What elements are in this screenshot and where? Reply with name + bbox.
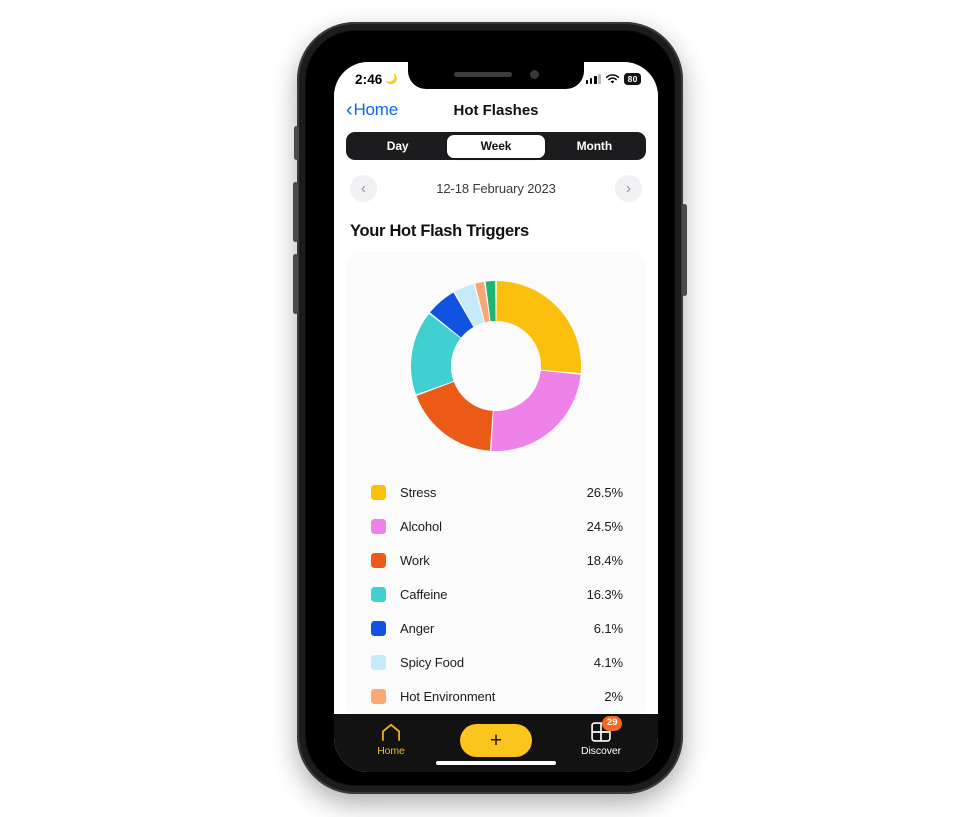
wifi-icon (605, 73, 619, 84)
triggers-card: Stress 26.5% Alcohol 24.5% Work 18.4% Caffeine… (347, 253, 645, 714)
legend-value: 6.1% (593, 620, 623, 636)
tab-home[interactable]: Home (360, 722, 422, 757)
section-title: Your Hot Flash Triggers (350, 222, 529, 240)
tab-day[interactable]: Day (349, 135, 447, 158)
silent-switch-button[interactable] (294, 126, 299, 160)
house-icon (382, 723, 400, 741)
legend-value: 24.5% (586, 518, 623, 534)
battery-indicator: 80 (623, 72, 641, 86)
legend-value: 18.4% (586, 552, 623, 568)
earpiece-speaker-icon (453, 71, 512, 77)
volume-down-button[interactable] (293, 254, 298, 314)
legend-color-swatch (371, 518, 386, 534)
status-bar-indicators: 80 (585, 72, 641, 86)
chevron-right-icon: › (625, 180, 631, 197)
segmented-control-wrapper: Day Week Month (334, 128, 658, 160)
phone-device-frame: 2:46 🌙 80 ‹ Home Hot Flashes Day Week Mo… (293, 22, 687, 794)
tab-home-label: Home (377, 745, 405, 757)
legend-row[interactable]: Alcohol 24.5% (371, 509, 623, 543)
screenshot-stage: 2:46 🌙 80 ‹ Home Hot Flashes Day Week Mo… (0, 0, 980, 817)
power-button[interactable] (682, 204, 687, 296)
tab-discover[interactable]: 29 Discover (570, 716, 632, 757)
tab-month[interactable]: Month (545, 135, 643, 158)
legend-label: Work (400, 552, 430, 568)
donut-slice-stress[interactable] (496, 281, 581, 374)
legend-row[interactable]: Work 18.4% (371, 543, 623, 577)
back-button[interactable]: ‹ Home (346, 100, 398, 120)
chevron-left-icon: ‹ (346, 99, 353, 121)
legend-color-swatch (371, 688, 386, 704)
volume-up-button[interactable] (293, 182, 298, 242)
chart-legend: Stress 26.5% Alcohol 24.5% Work 18.4% Caffeine… (347, 467, 645, 713)
legend-label: Spicy Food (400, 654, 465, 670)
donut-slice-work[interactable] (416, 381, 493, 451)
discover-badge: 29 (602, 716, 622, 731)
phone-bezel: 2:46 🌙 80 ‹ Home Hot Flashes Day Week Mo… (306, 31, 674, 785)
app-container: ‹ Home Hot Flashes Day Week Month ‹ 12-1… (334, 62, 658, 772)
home-indicator[interactable] (436, 760, 556, 765)
add-entry-button[interactable]: + (460, 724, 532, 757)
legend-row[interactable]: Caffeine 16.3% (371, 577, 623, 611)
legend-color-swatch (371, 620, 386, 636)
legend-label: Caffeine (400, 586, 448, 602)
triggers-donut-chart[interactable] (401, 271, 591, 461)
legend-color-swatch (371, 552, 386, 568)
next-period-button[interactable]: › (614, 175, 642, 202)
legend-label: Hot Environment (400, 688, 496, 704)
plus-icon: + (489, 729, 503, 752)
phone-screen: 2:46 🌙 80 ‹ Home Hot Flashes Day Week Mo… (334, 62, 658, 772)
tab-discover-label: Discover (580, 745, 622, 757)
front-camera-icon (529, 69, 539, 79)
discover-icon-wrapper: 29 (591, 716, 622, 742)
status-bar-time: 2:46 (355, 71, 383, 87)
legend-row[interactable]: Spicy Food 4.1% (371, 645, 623, 679)
legend-label: Alcohol (400, 518, 442, 534)
chart-area (347, 267, 645, 467)
period-segmented-control[interactable]: Day Week Month (346, 132, 646, 160)
back-button-label: Home (353, 100, 399, 119)
legend-row[interactable]: Hot Environment 2% (371, 679, 623, 713)
status-bar-time-group: 2:46 🌙 (355, 72, 398, 87)
date-navigation: ‹ 12-18 February 2023 › (334, 160, 658, 206)
crescent-moon-icon: 🌙 (385, 73, 398, 85)
previous-period-button[interactable]: ‹ (350, 175, 377, 202)
legend-label: Stress (400, 484, 437, 500)
chevron-left-icon: ‹ (361, 180, 366, 197)
legend-label: Anger (400, 620, 435, 636)
legend-color-swatch (371, 484, 386, 500)
scrollable-content[interactable]: ‹ Home Hot Flashes Day Week Month ‹ 12-1… (334, 92, 658, 714)
tab-week[interactable]: Week (446, 134, 546, 158)
legend-value: 16.3% (586, 586, 623, 602)
legend-row[interactable]: Anger 6.1% (371, 611, 623, 645)
date-range-label: 12-18 February 2023 (436, 181, 556, 196)
legend-color-swatch (371, 586, 386, 602)
legend-value: 2% (604, 688, 623, 704)
cellular-bars-icon (585, 74, 601, 84)
home-icon-wrapper (380, 722, 402, 742)
device-notch (408, 62, 584, 89)
donut-slice-alcohol[interactable] (491, 370, 581, 451)
legend-value: 4.1% (593, 654, 623, 670)
legend-value: 26.5% (586, 484, 623, 500)
navigation-bar: ‹ Home Hot Flashes (334, 92, 658, 128)
legend-color-swatch (371, 654, 386, 670)
legend-row[interactable]: Stress 26.5% (371, 475, 623, 509)
